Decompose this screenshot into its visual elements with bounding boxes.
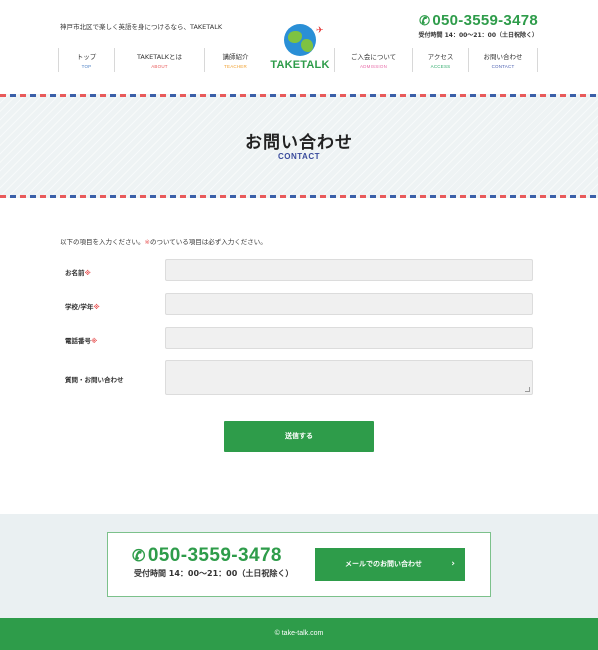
- field-label-text: 学校/学年: [65, 303, 94, 311]
- nav-item-admission[interactable]: ご入会について ADMISSION: [334, 48, 412, 72]
- site-header: 神戸市北区で楽しく英語を身につけるなら、TAKETALK ✆ 050-3559-3…: [0, 0, 598, 94]
- cta-phone-link[interactable]: ✆ 050-3559-3478: [132, 545, 293, 567]
- field-label-inquiry: 質問・お問い合わせ: [65, 376, 124, 384]
- nav-item-label: TAKETALKとは: [136, 53, 183, 61]
- field-label-phone: 電話番号※: [65, 335, 97, 345]
- nav-item-top[interactable]: トップ TOP: [58, 48, 114, 72]
- airmail-stripe-bottom: [0, 195, 598, 198]
- airmail-stripe-top: [0, 94, 598, 97]
- resize-handle-icon[interactable]: [525, 387, 530, 392]
- airplane-icon: ✈: [316, 26, 324, 36]
- inquiry-textarea[interactable]: [165, 360, 533, 395]
- cta-phone-block[interactable]: ✆ 050-3559-3478 受付時間 14：00～21：00（土日祝除く）: [132, 545, 293, 579]
- nav-item-access[interactable]: アクセス ACCESS: [412, 48, 468, 72]
- nav-item-label: ご入会について: [350, 53, 397, 61]
- site-logo[interactable]: ✈ TAKETALK: [268, 24, 332, 74]
- nav-item-sublabel: CONTACT: [491, 64, 515, 69]
- page-title: お問い合わせ: [245, 133, 353, 153]
- mail-contact-label: メールでのお問い合わせ: [345, 560, 422, 568]
- nav-item-label: トップ: [76, 53, 97, 61]
- header-hours: 受付時間 14：00～21：00（土日祝除く）: [418, 32, 539, 39]
- header-tagline: 神戸市北区で楽しく英語を身につけるなら、TAKETALK: [60, 23, 223, 31]
- form-row-inquiry: 質問・お問い合わせ: [60, 360, 534, 397]
- logo-text: TAKETALK: [270, 59, 330, 71]
- header-phone-number[interactable]: 050-3559-3478: [432, 12, 538, 29]
- nav-item-sublabel: TEACHER: [224, 64, 247, 69]
- form-row-name: お名前※: [60, 259, 534, 283]
- header-phone-block[interactable]: ✆ 050-3559-3478 受付時間 14：00～21：00（土日祝除く）: [419, 12, 539, 39]
- mail-contact-button[interactable]: メールでのお問い合わせ ›: [315, 548, 465, 581]
- phone-icon: ✆: [132, 548, 146, 565]
- chevron-right-icon: ›: [451, 559, 455, 569]
- cta-phone-number[interactable]: 050-3559-3478: [148, 545, 282, 566]
- footer-copyright: © take-talk.com: [274, 630, 324, 637]
- page-hero: お問い合わせ CONTACT: [0, 94, 598, 198]
- form-intro: 以下の項目を入力ください。※のついている項目は必ず入力ください。: [60, 236, 267, 246]
- nav-item-sublabel: ACCESS: [430, 64, 451, 69]
- header-phone-link[interactable]: ✆ 050-3559-3478: [419, 12, 539, 29]
- nav-right: ご入会について ADMISSION アクセス ACCESS お問い合わせ CON…: [334, 48, 538, 72]
- field-label-text: 電話番号: [65, 337, 91, 345]
- nav-item-sublabel: ADMISSION: [359, 64, 388, 69]
- submit-button[interactable]: 送信する: [224, 421, 374, 452]
- name-input[interactable]: [165, 259, 533, 281]
- field-label-text: お名前: [65, 269, 85, 277]
- nav-item-teacher[interactable]: 講師紹介 TEACHER: [204, 48, 266, 72]
- form-intro-text: 以下の項目を入力ください。: [60, 238, 145, 246]
- field-label-name: お名前※: [65, 267, 91, 277]
- page-subtitle: CONTACT: [277, 152, 320, 161]
- globe-icon: [284, 24, 316, 56]
- required-mark: ※: [91, 337, 98, 345]
- nav-item-contact[interactable]: お問い合わせ CONTACT: [468, 48, 538, 72]
- phone-icon: ✆: [419, 13, 431, 28]
- nav-item-label: 講師紹介: [222, 53, 249, 61]
- required-mark: ※: [93, 303, 100, 311]
- cta-hours: 受付時間 14：00～21：00（土日祝除く）: [134, 569, 294, 578]
- school-grade-input[interactable]: [165, 293, 533, 315]
- nav-item-sublabel: ABOUT: [151, 64, 168, 69]
- form-row-school: 学校/学年※: [60, 293, 534, 317]
- form-row-phone: 電話番号※: [60, 327, 534, 351]
- phone-input[interactable]: [165, 327, 533, 349]
- form-intro-text-2: のついている項目は必ず入力ください。: [149, 238, 267, 246]
- required-mark: ※: [84, 269, 91, 277]
- nav-item-sublabel: TOP: [81, 64, 92, 69]
- nav-left: トップ TOP TAKETALKとは ABOUT 講師紹介 TEACHER: [58, 48, 266, 72]
- site-footer: © take-talk.com: [0, 618, 598, 650]
- nav-item-label: お問い合わせ: [483, 53, 523, 61]
- field-label-school: 学校/学年※: [65, 301, 100, 311]
- nav-item-label: アクセス: [427, 53, 454, 61]
- nav-item-about[interactable]: TAKETALKとは ABOUT: [114, 48, 204, 72]
